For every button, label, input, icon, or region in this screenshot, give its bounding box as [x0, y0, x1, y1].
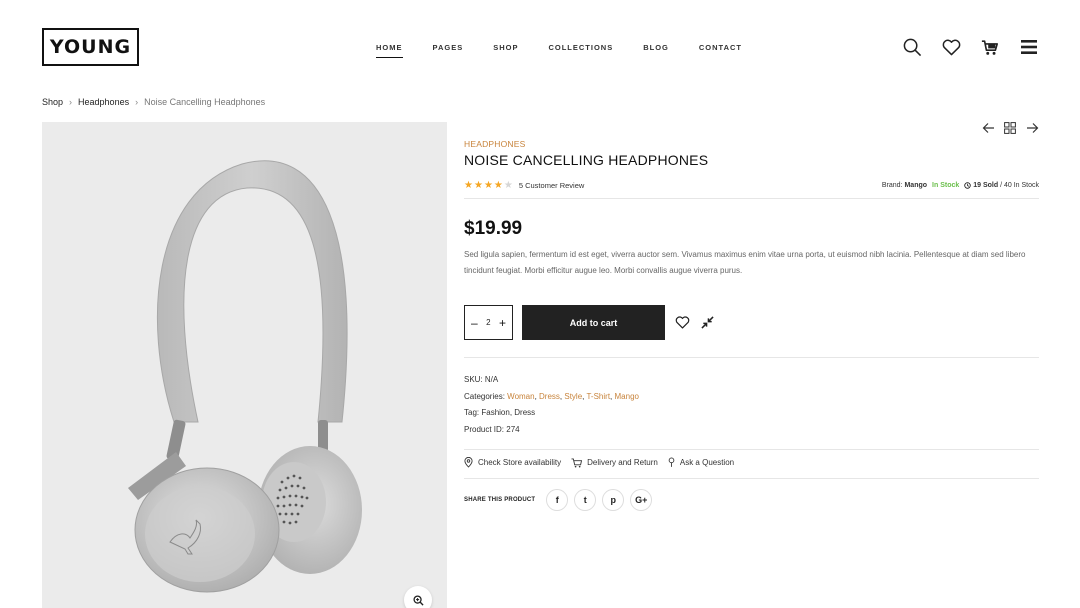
zoom-button[interactable] — [404, 586, 432, 608]
pinterest-icon[interactable]: p — [602, 489, 625, 511]
breadcrumb-separator: › — [135, 97, 139, 107]
star-rating: ★ ★ ★ ★ ★ 5 Customer Review — [464, 180, 584, 191]
divider — [464, 357, 1039, 358]
product-image[interactable] — [42, 122, 447, 608]
add-to-cart-button[interactable]: Add to cart — [522, 305, 665, 340]
product-id-value: 274 — [506, 424, 520, 434]
grid-icon[interactable] — [1003, 121, 1017, 135]
share-row: SHARE THIS PRODUCT f t p G+ — [464, 489, 653, 511]
heart-icon[interactable] — [940, 36, 962, 58]
review-count-link[interactable]: 5 Customer Review — [519, 181, 584, 190]
stock-status: In Stock — [932, 182, 960, 189]
star-icon: ★ — [464, 180, 473, 191]
stock-count: / 40 In Stock — [1000, 182, 1039, 189]
twitter-icon[interactable]: t — [574, 489, 597, 511]
share-label: SHARE THIS PRODUCT — [464, 497, 536, 503]
star-icon: ★ — [473, 180, 483, 191]
delivery-cart-icon — [571, 457, 583, 467]
nav-pages[interactable]: PAGES — [433, 43, 464, 52]
tag-value[interactable]: Fashion, Dress — [481, 408, 535, 417]
star-icon: ★ — [493, 180, 503, 191]
product-title: NOISE CANCELLING HEADPHONES — [464, 152, 709, 168]
prev-arrow-icon[interactable] — [981, 121, 995, 135]
nav-home[interactable]: HOME — [376, 43, 403, 58]
nav-shop[interactable]: SHOP — [493, 43, 518, 52]
divider — [464, 198, 1039, 199]
product-info: SKU: N/A Categories: Woman, Dress, Style… — [464, 372, 639, 438]
breadcrumb-shop[interactable]: Shop — [42, 97, 63, 107]
star-icon: ★ — [483, 180, 493, 191]
main-nav: HOME PAGES SHOP COLLECTIONS BLOG CONTACT — [376, 43, 772, 58]
category-link[interactable]: Woman — [507, 392, 534, 401]
nav-blog[interactable]: BLOG — [643, 43, 669, 52]
extra-links: Check Store availability Delivery and Re… — [464, 457, 744, 468]
facebook-icon[interactable]: f — [546, 489, 569, 511]
location-pin-icon — [464, 457, 473, 468]
divider — [464, 449, 1039, 450]
quantity-input[interactable]: 2 — [486, 318, 490, 327]
categories-row: Categories: Woman, Dress, Style, T-Shirt… — [464, 391, 639, 401]
product-id-row: Product ID: 274 — [464, 422, 639, 439]
category-link[interactable]: Style — [564, 392, 582, 401]
question-pin-icon — [668, 457, 675, 467]
category-link[interactable]: Dress — [539, 392, 560, 401]
product-category[interactable]: HEADPHONES — [464, 139, 526, 149]
add-to-cart-row: – 2 + Add to cart — [464, 305, 715, 340]
quantity-stepper: – 2 + — [464, 305, 513, 340]
breadcrumb-headphones[interactable]: Headphones — [78, 97, 129, 107]
google-plus-icon[interactable]: G+ — [630, 489, 653, 511]
check-store-link[interactable]: Check Store availability — [464, 457, 561, 468]
tag-label: Tag: — [464, 408, 480, 417]
sku-value: N/A — [484, 375, 499, 384]
search-icon[interactable] — [901, 36, 923, 58]
next-arrow-icon[interactable] — [1025, 121, 1039, 135]
menu-icon[interactable] — [1018, 36, 1040, 58]
breadcrumb-current: Noise Cancelling Headphones — [144, 97, 266, 107]
compare-icon[interactable] — [699, 315, 715, 331]
ask-question-link[interactable]: Ask a Question — [668, 457, 734, 468]
tag-row: Tag: Fashion, Dress — [464, 405, 639, 422]
wishlist-heart-icon[interactable] — [674, 315, 690, 331]
product-meta: Brand: Mango In Stock 19 Sold / 40 In St… — [882, 182, 1039, 189]
rating-row: ★ ★ ★ ★ ★ 5 Customer Review Brand: Mango… — [464, 180, 1039, 191]
sold-icon — [964, 182, 972, 189]
sku-label: SKU: — [464, 375, 483, 384]
delivery-return-label: Delivery and Return — [587, 458, 658, 467]
product-id-label: Product ID: — [464, 424, 505, 434]
brand-value[interactable]: Mango — [904, 182, 927, 189]
product-description: Sed ligula sapien, fermentum id est eget… — [464, 250, 1026, 275]
categories-label: Categories: — [464, 391, 505, 401]
sku-row: SKU: N/A — [464, 372, 639, 389]
divider — [464, 478, 1039, 479]
logo[interactable]: YOUNG — [42, 28, 139, 66]
star-empty-icon: ★ — [503, 180, 513, 191]
sold-count: 19 Sold — [973, 182, 999, 189]
check-store-label: Check Store availability — [478, 458, 562, 467]
ask-question-label: Ask a Question — [679, 458, 735, 467]
zoom-in-icon — [412, 594, 424, 606]
qty-increase-button[interactable]: + — [499, 316, 506, 330]
nav-contact[interactable]: CONTACT — [699, 43, 742, 52]
header-icons — [884, 36, 1040, 58]
delivery-return-link[interactable]: Delivery and Return — [571, 457, 658, 468]
category-link[interactable]: T-Shirt — [586, 392, 610, 401]
headphones-illustration — [128, 160, 362, 593]
category-link[interactable]: Mango — [615, 392, 639, 401]
brand-label: Brand: — [881, 182, 903, 189]
nav-collections[interactable]: COLLECTIONS — [548, 43, 613, 52]
breadcrumb-separator: › — [69, 97, 73, 107]
product-price: $19.99 — [464, 218, 523, 239]
breadcrumb: Shop › Headphones › Noise Cancelling Hea… — [42, 97, 265, 107]
cart-icon[interactable] — [979, 36, 1001, 58]
qty-decrease-button[interactable]: – — [471, 316, 478, 330]
product-navigation — [973, 121, 1039, 135]
